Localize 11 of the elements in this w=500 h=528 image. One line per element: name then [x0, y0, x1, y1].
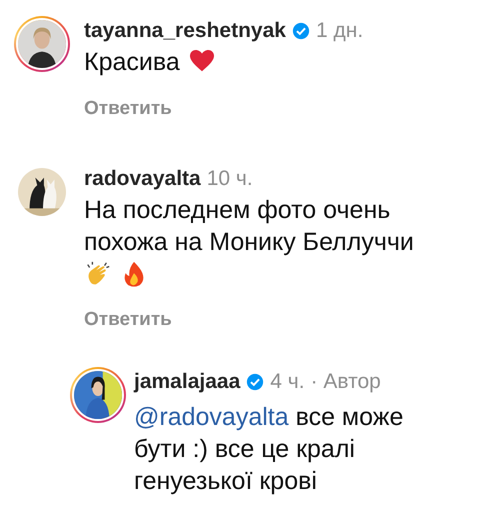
- comment-text: @radovayalta все може бути :) все це кралі генуезької крові: [134, 402, 404, 497]
- username[interactable]: radovayalta: [84, 167, 201, 191]
- username[interactable]: tayanna_reshetnyak: [84, 19, 286, 43]
- comment-text: Красива: [84, 48, 180, 76]
- author-label: · Автор: [310, 370, 381, 394]
- timestamp: 4 ч.: [270, 370, 305, 394]
- mention-link[interactable]: @radovayalta: [134, 403, 289, 431]
- timestamp: 1 дн.: [316, 19, 364, 43]
- comment-text: На последнем фото очень похожа на Монику Беллуччи: [84, 195, 415, 258]
- timestamp: 10 ч.: [206, 167, 253, 191]
- username[interactable]: jamalajaaa: [134, 370, 240, 394]
